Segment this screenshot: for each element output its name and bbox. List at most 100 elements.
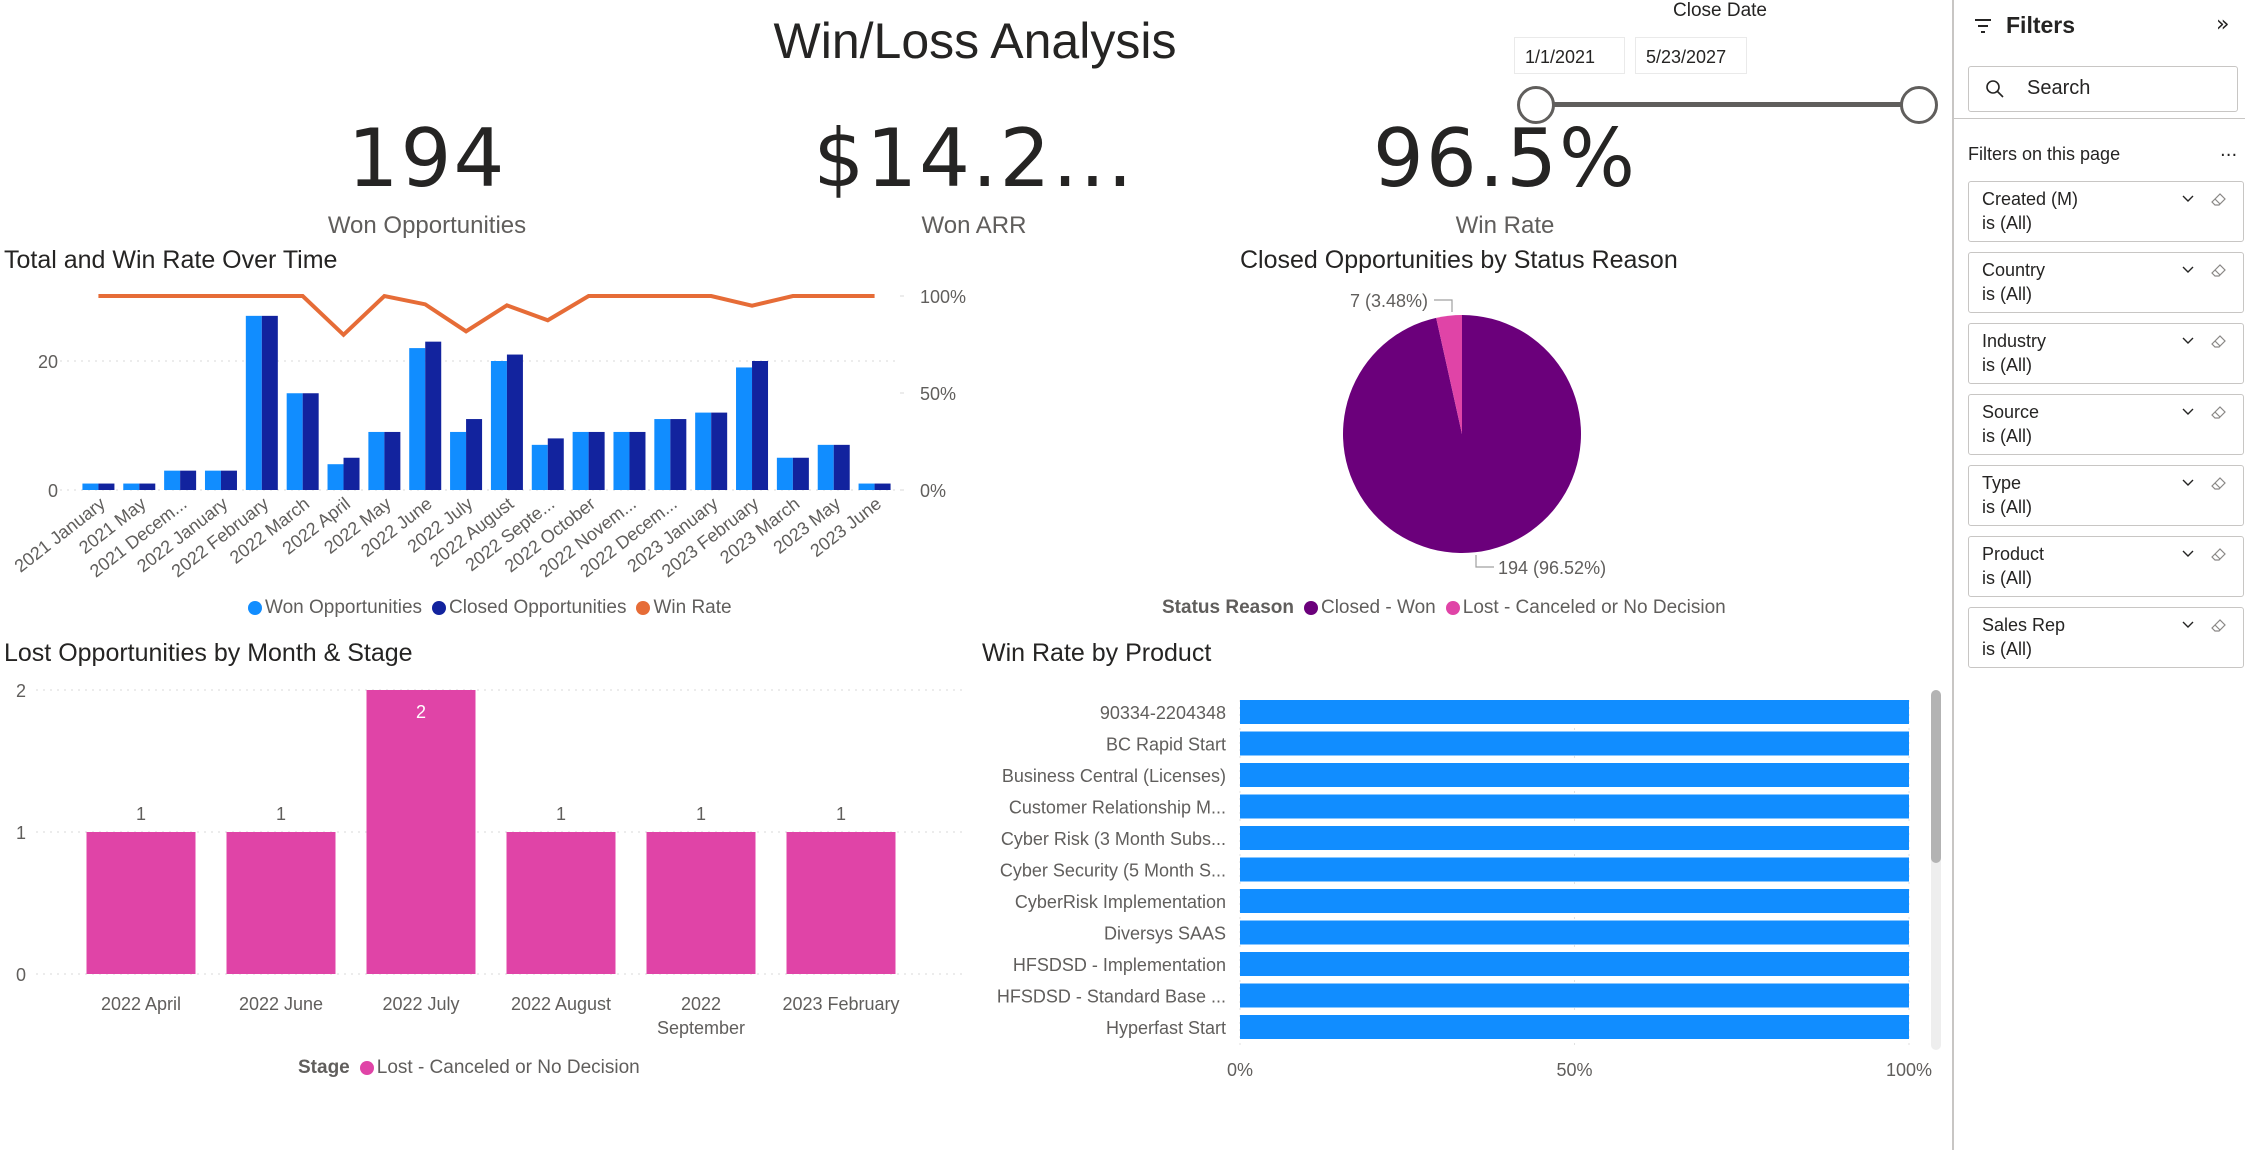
x-tick: 100% (1886, 1060, 1932, 1080)
filter-search-input[interactable]: Search (1968, 66, 2238, 112)
legend-item-won[interactable]: Won Opportunities (246, 597, 422, 619)
close-date-start-input[interactable]: 1/1/2021 (1514, 37, 1625, 74)
bar-closed-opportunities (833, 444, 850, 490)
legend-dot-closed-won (1303, 601, 1318, 615)
kpi-won-opportunities-value: 194 (347, 112, 507, 205)
legend-item-closed-won[interactable]: Closed - Won (1302, 597, 1436, 619)
bar-lost (86, 832, 196, 974)
chevron-down-icon[interactable] (2181, 265, 2195, 275)
legend-label-win-rate: Win Rate (653, 597, 732, 618)
bar-lost (786, 832, 896, 974)
close-date-slider-end-handle[interactable] (1900, 86, 1938, 124)
eraser-icon[interactable] (2209, 402, 2229, 422)
bar-closed-opportunities (629, 431, 646, 490)
close-date-slider-track[interactable] (1536, 102, 1919, 107)
bar-closed-opportunities (466, 419, 483, 490)
chevron-down-icon[interactable] (2181, 549, 2195, 559)
bar-win-rate-product (1240, 952, 1909, 976)
filter-card[interactable]: Created (M) is (All) (1968, 181, 2244, 242)
kpi-won-arr-label: Won ARR (921, 212, 1027, 239)
filter-name: Industry (1982, 331, 2047, 351)
eraser-icon[interactable] (2209, 331, 2229, 351)
pie-leader-line-won (1475, 555, 1494, 568)
chart-title-lost-by-month: Lost Opportunities by Month & Stage (4, 639, 413, 667)
y-left-tick: 0 (48, 481, 58, 501)
more-options-button[interactable]: ... (2220, 140, 2237, 161)
win-rate-product-chart: 0% 50% 100% 90334-2204348 BC Rapid Start Busi… (997, 700, 1932, 1080)
legend-item-win-rate[interactable]: Win Rate (634, 597, 732, 619)
filter-value: is (All) (1982, 497, 2032, 517)
bar-closed-opportunities (180, 470, 197, 490)
total-win-rate-chart: 0200%50%100%2021 January2021 May2021 Dec… (11, 287, 966, 581)
y-category-label: BC Rapid Start (1106, 735, 1226, 755)
bar-won-opportunities (858, 483, 875, 490)
bar-won-opportunities (736, 367, 753, 490)
win-rate-line (98, 293, 875, 338)
x-tick: 50% (1556, 1060, 1592, 1080)
bar-closed-opportunities (670, 419, 687, 490)
double-chevron-right-icon[interactable]: » (2216, 12, 2229, 37)
y-category-label: HFSDSD - Implementation (1013, 955, 1226, 975)
chevron-down-icon[interactable] (2181, 194, 2195, 204)
bar-win-rate-product (1240, 794, 1909, 819)
bar-data-label: 1 (276, 804, 286, 824)
chevron-down-icon[interactable] (2181, 478, 2195, 488)
close-date-slider-start-handle[interactable] (1517, 86, 1555, 124)
bar-win-rate-product (1240, 763, 1909, 787)
bar-closed-opportunities (874, 483, 891, 490)
legend-dot-closed (432, 601, 447, 615)
filter-card[interactable]: Type is (All) (1968, 465, 2244, 526)
eraser-icon[interactable] (2209, 615, 2229, 635)
kpi-won-arr-value: $14.2... (813, 112, 1135, 205)
filter-card[interactable]: Source is (All) (1968, 394, 2244, 455)
bar-closed-opportunities (98, 483, 115, 490)
legend-item-closed[interactable]: Closed Opportunities (430, 597, 626, 619)
bar-win-rate-product (1240, 731, 1909, 756)
filter-value: is (All) (1982, 213, 2032, 233)
y-tick: 2 (16, 681, 26, 701)
close-date-end-input[interactable]: 5/23/2027 (1635, 37, 1747, 74)
y-category-label: Cyber Risk (3 Month Subs... (1001, 829, 1226, 849)
bar-won-opportunities (368, 431, 385, 490)
legend-label-lost-stage: Lost - Canceled or No Decision (376, 1057, 640, 1078)
chevron-down-icon[interactable] (2181, 407, 2195, 417)
filter-card[interactable]: Product is (All) (1968, 536, 2244, 597)
eraser-icon[interactable] (2209, 473, 2229, 493)
filter-search-placeholder: Search (2027, 77, 2091, 99)
filter-icon (1975, 19, 1991, 33)
filter-card[interactable]: Sales Rep is (All) (1968, 607, 2244, 668)
eraser-icon[interactable] (2209, 544, 2229, 564)
search-icon (1986, 80, 2004, 98)
kpi-win-rate-value: 96.5% (1372, 112, 1638, 205)
chevron-down-icon[interactable] (2181, 620, 2195, 630)
legend-label-won: Won Opportunities (265, 597, 423, 618)
legend-item-lost[interactable]: Lost - Canceled or No Decision (1444, 597, 1726, 619)
close-date-label: Close Date (1673, 0, 1767, 21)
bar-win-rate-product (1240, 1015, 1909, 1039)
bar-win-rate-product (1240, 826, 1909, 850)
filter-card[interactable]: Industry is (All) (1968, 323, 2244, 384)
x-tick-label: 2022 (681, 994, 721, 1014)
filter-pane-divider (1954, 118, 2245, 119)
y-category-label: CyberRisk Implementation (1015, 892, 1226, 912)
product-chart-scrollbar-track[interactable] (1931, 690, 1941, 1050)
bar-win-rate-product (1240, 983, 1909, 1008)
bar-data-label: 1 (836, 804, 846, 824)
filter-name: Product (1982, 544, 2045, 564)
bar-data-label: 1 (696, 804, 706, 824)
y-category-label: HFSDSD - Standard Base ... (997, 987, 1226, 1007)
total-win-rate-legend: Won Opportunities Closed Opportunities W… (246, 597, 740, 619)
legend-dot-lost-stage (359, 1061, 374, 1075)
status-reason-legend: Status Reason Closed - Won Lost - Cancel… (1162, 597, 1734, 619)
product-chart-scrollbar-thumb[interactable] (1931, 690, 1941, 863)
legend-item-lost-stage[interactable]: Lost - Canceled or No Decision (358, 1057, 640, 1079)
eraser-icon[interactable] (2209, 189, 2229, 209)
chevron-down-icon[interactable] (2181, 336, 2195, 346)
filter-card[interactable]: Country is (All) (1968, 252, 2244, 313)
x-tick-label: 2022 August (511, 994, 611, 1014)
bar-win-rate-product (1240, 857, 1909, 882)
chart-title-win-rate-product: Win Rate by Product (982, 639, 1212, 667)
eraser-icon[interactable] (2209, 260, 2229, 280)
y-category-label: Customer Relationship M... (1009, 798, 1226, 818)
filter-value: is (All) (1982, 426, 2032, 446)
